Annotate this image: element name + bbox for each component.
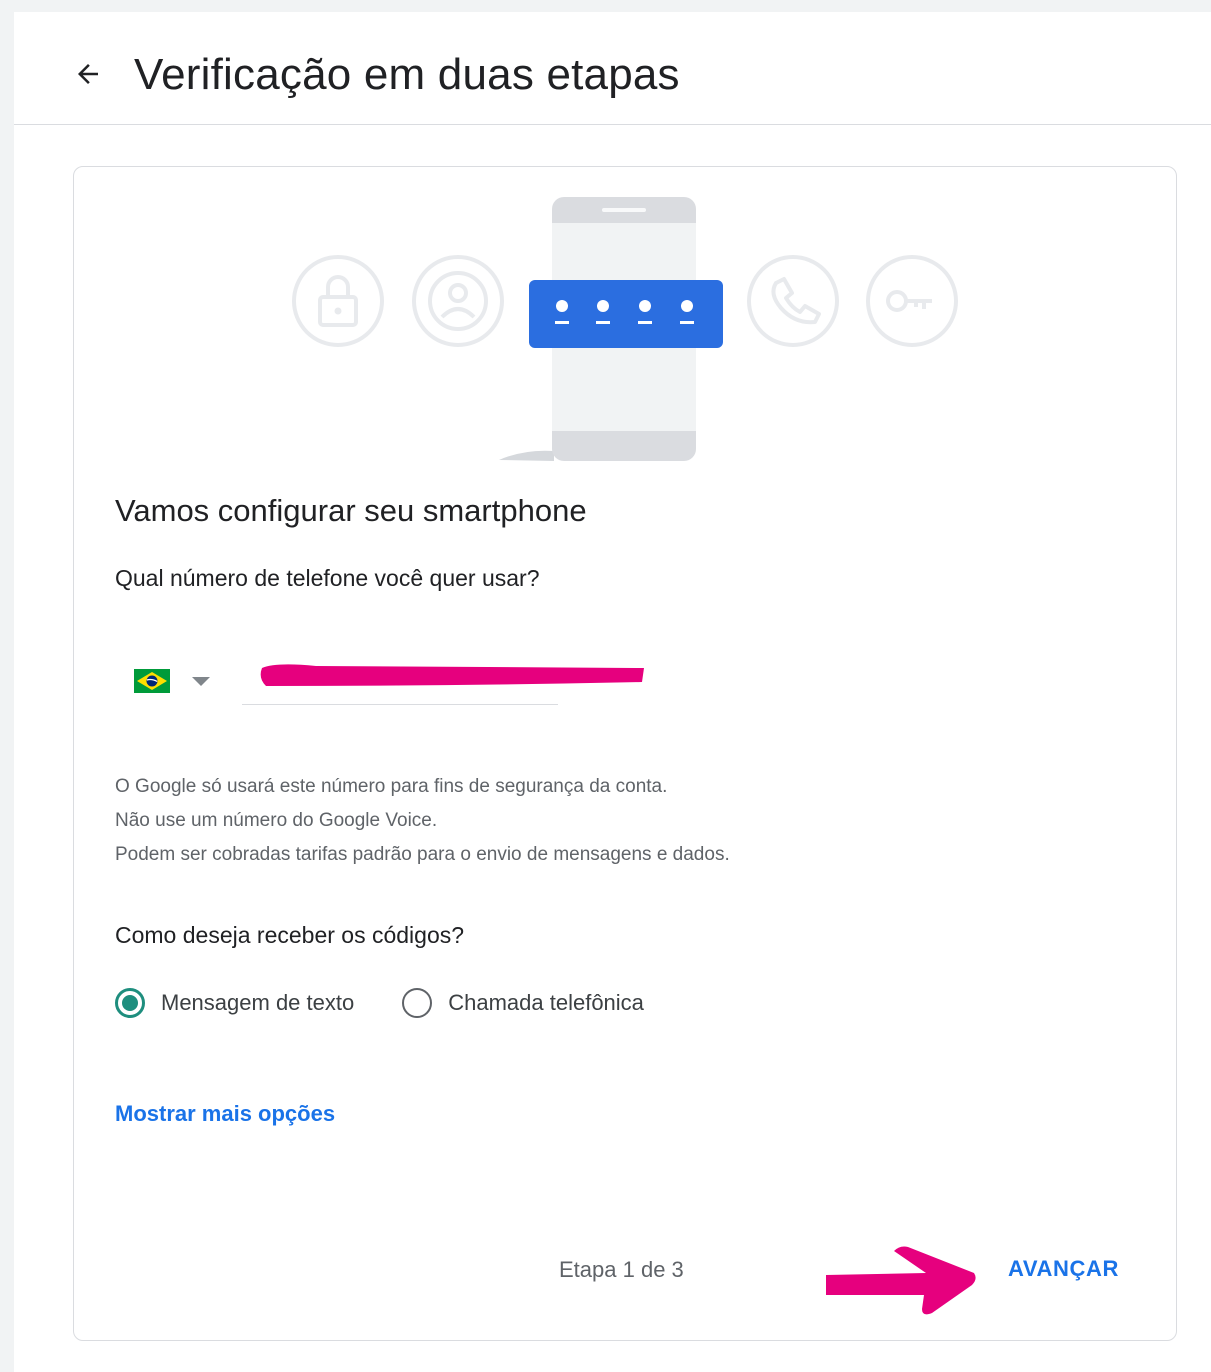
phone-number-input[interactable] [242, 657, 558, 705]
info-line: O Google só usará este número para fins … [115, 776, 668, 797]
brazil-flag-icon [134, 669, 170, 693]
lock-icon [292, 255, 384, 347]
radio-text-message[interactable]: Mensagem de texto [115, 988, 354, 1018]
page-title: Verificação em duas etapas [134, 50, 680, 99]
arrow-annotation-icon [826, 1246, 976, 1315]
page: Verificação em duas etapas Vamos configu… [0, 0, 1211, 1372]
password-dots-icon [529, 280, 723, 348]
radio-label: Chamada telefônica [448, 990, 644, 1015]
radio-button-unchecked[interactable] [402, 988, 433, 1018]
phone-info-text: O Google só usará este número para fins … [115, 770, 730, 872]
delivery-method-group: Mensagem de texto Chamada telefônica [115, 983, 692, 1023]
radio-button-checked[interactable] [115, 988, 145, 1018]
key-icon [866, 255, 958, 347]
card-heading: Vamos configurar seu smartphone [115, 493, 587, 528]
arrow-back-icon [78, 64, 98, 84]
step-indicator: Etapa 1 de 3 [559, 1257, 684, 1282]
hero-illustration [292, 197, 958, 461]
more-options-link[interactable]: Mostrar mais opções [115, 1101, 335, 1127]
account-icon [412, 255, 504, 347]
phone-icon [747, 255, 839, 347]
left-bar-strip [0, 0, 14, 1372]
phone-question: Qual número de telefone você quer usar? [115, 565, 540, 591]
back-button[interactable] [70, 56, 106, 92]
info-line: Não use um número do Google Voice. [115, 810, 438, 831]
info-line: Podem ser cobradas tarifas padrão para o… [115, 844, 730, 865]
radio-label: Mensagem de texto [161, 990, 355, 1015]
page-header: Verificação em duas etapas [14, 12, 1211, 125]
setup-card: Vamos configurar seu smartphone Qual núm… [73, 166, 1177, 1341]
top-bar-strip [0, 0, 1211, 12]
codes-question: Como deseja receber os códigos? [115, 922, 465, 948]
caret-down-icon [192, 676, 210, 686]
country-select[interactable] [134, 665, 224, 697]
radio-phone-call[interactable]: Chamada telefônica [402, 988, 644, 1018]
next-button[interactable]: AVANÇAR [992, 1245, 1135, 1293]
